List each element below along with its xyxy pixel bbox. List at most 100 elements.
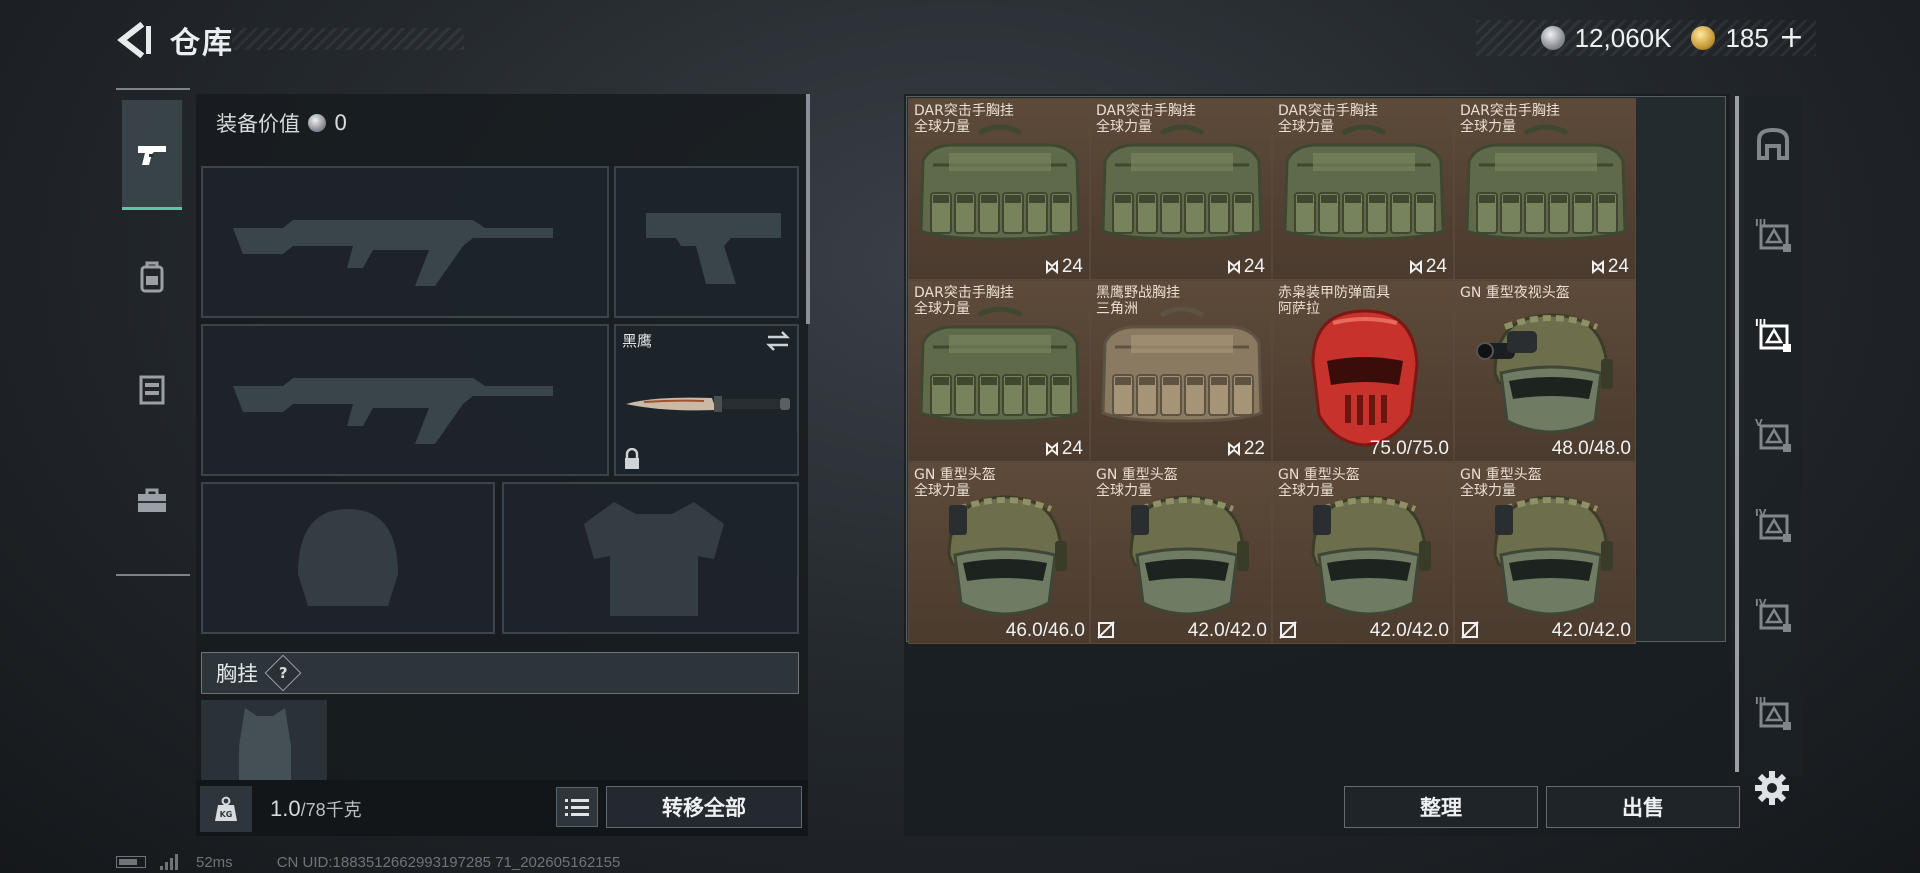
secondary-weapon-slot[interactable] xyxy=(201,324,609,476)
inventory-item-helmet[interactable]: GN 重型头盔 全球力量 46.0/46.0 xyxy=(908,462,1090,644)
battery-icon xyxy=(116,856,146,868)
add-currency-button[interactable]: + xyxy=(1779,23,1804,53)
ammo-capacity-icon xyxy=(1227,260,1240,274)
melee-slot[interactable]: 黑鹰 xyxy=(614,324,799,476)
rig-item-icon xyxy=(919,306,1081,423)
tab-weapons[interactable] xyxy=(122,100,182,210)
back-button[interactable] xyxy=(114,22,154,58)
storage-tab-5[interactable]: IV xyxy=(1748,496,1798,552)
swap-icon[interactable] xyxy=(765,330,791,352)
uid-readout: CN UID:1883512662993197285 71_2026051621… xyxy=(276,853,621,871)
storage-tier3-active-icon: III xyxy=(1755,318,1791,352)
item-capacity-value: 24 xyxy=(1425,256,1447,277)
inventory-item-rig[interactable]: DAR突击手胸挂 全球力量 24 xyxy=(1272,98,1454,280)
sidearm-slot[interactable] xyxy=(614,166,799,318)
ammo-capacity-icon xyxy=(1045,260,1058,274)
item-capacity-value: 24 xyxy=(1243,256,1265,277)
item-capacity: 24 xyxy=(1045,438,1083,460)
svg-text:KG: KG xyxy=(220,810,233,819)
sell-button[interactable]: 出售 xyxy=(1546,786,1740,828)
transfer-all-button[interactable]: 转移全部 xyxy=(606,786,802,828)
helmet-slot[interactable] xyxy=(201,482,495,634)
rig-item-icon xyxy=(1465,124,1627,241)
silver-coin-icon xyxy=(308,114,326,132)
inventory-item-helmet[interactable]: GN 重型头盔 全球力量 42.0/42.0 xyxy=(1272,462,1454,644)
storage-tab-6[interactable]: IV xyxy=(1748,586,1798,642)
no-repair-icon xyxy=(1097,621,1115,639)
help-icon: ? xyxy=(278,663,288,682)
weight-current: 1.0 xyxy=(270,796,301,821)
mask-item-icon xyxy=(1311,309,1419,447)
signal-icon xyxy=(160,854,178,870)
inventory-item-helmet[interactable]: GN 重型头盔 全球力量 42.0/42.0 xyxy=(1090,462,1272,644)
inventory-item-helmet[interactable]: GN 重型头盔 全球力量 42.0/42.0 xyxy=(1454,462,1636,644)
list-view-button[interactable] xyxy=(556,787,598,827)
inventory-item-rig[interactable]: DAR突击手胸挂 全球力量 24 xyxy=(1090,98,1272,280)
item-name: 黑鹰野战胸挂 三角洲 xyxy=(1096,285,1180,317)
item-name: GN 重型头盔 全球力量 xyxy=(1460,467,1542,499)
briefcase-icon xyxy=(138,488,166,512)
item-durability: 75.0/75.0 xyxy=(1369,438,1449,459)
item-name: GN 重型头盔 全球力量 xyxy=(1278,467,1360,499)
lock-icon xyxy=(625,448,639,469)
tab-backpack[interactable] xyxy=(122,222,182,332)
settings-gear-icon[interactable] xyxy=(1752,768,1792,808)
inventory-item-mask[interactable]: 赤枭装甲防弹面具 阿萨拉 75.0/75.0 xyxy=(1272,280,1454,462)
rig-silhouette-icon xyxy=(239,708,291,780)
helmet-item-icon xyxy=(1311,495,1431,616)
inventory-item-rig[interactable]: DAR突击手胸挂 全球力量 24 xyxy=(908,280,1090,462)
item-name: DAR突击手胸挂 全球力量 xyxy=(1460,103,1560,135)
inventory-item-rig[interactable]: 黑鹰野战胸挂 三角洲 22 xyxy=(1090,280,1272,462)
gold-balance: 185 xyxy=(1725,22,1769,53)
weight-icon-button[interactable]: KG xyxy=(200,786,252,832)
inventory-item-nvg[interactable]: GN 重型夜视头盔 48.0/48.0 xyxy=(1454,280,1636,462)
item-capacity-value: 24 xyxy=(1061,438,1083,459)
inventory-scrollbar[interactable] xyxy=(1735,96,1739,772)
storage-tab-7[interactable]: III xyxy=(1748,684,1798,740)
item-name: GN 重型头盔 全球力量 xyxy=(1096,467,1178,499)
gold-coin-icon xyxy=(1691,26,1716,50)
left-tab-bar xyxy=(116,88,190,576)
item-capacity-value: 22 xyxy=(1243,438,1265,459)
item-capacity: 22 xyxy=(1227,438,1265,460)
tab-briefcase[interactable] xyxy=(122,446,182,556)
item-capacity: 24 xyxy=(1227,256,1265,278)
inventory-grid: DAR突击手胸挂 全球力量 24 DAR突击手胸挂 全球力量 24 DAR突击手胸挂… xyxy=(906,96,1726,644)
locker-icon xyxy=(139,375,165,405)
rig-item-icon xyxy=(1101,124,1263,241)
knife-icon xyxy=(626,396,790,412)
item-name: DAR突击手胸挂 全球力量 xyxy=(1096,103,1196,135)
inventory-item-rig[interactable]: DAR突击手胸挂 全球力量 24 xyxy=(1454,98,1636,280)
item-capacity: 24 xyxy=(1045,256,1083,278)
item-durability: 42.0/42.0 xyxy=(1369,620,1449,641)
help-button[interactable]: ? xyxy=(264,654,302,692)
item-name: DAR突击手胸挂 全球力量 xyxy=(914,103,1014,135)
item-durability: 46.0/46.0 xyxy=(1005,620,1085,641)
storage-tab-4[interactable]: V xyxy=(1748,406,1798,462)
body-armor-slot[interactable] xyxy=(502,482,799,634)
item-name: 赤枭装甲防弹面具 阿萨拉 xyxy=(1278,285,1390,317)
rifle-silhouette-icon xyxy=(233,378,553,444)
helmet-item-icon xyxy=(1493,495,1613,616)
nvg-item-icon xyxy=(1476,313,1613,434)
item-durability: 42.0/42.0 xyxy=(1187,620,1267,641)
storage-tab-3[interactable]: III xyxy=(1748,306,1798,362)
loadout-scrollbar[interactable] xyxy=(806,94,810,324)
storage-tab-2[interactable]: III xyxy=(1748,206,1798,262)
sort-button[interactable]: 整理 xyxy=(1344,786,1538,828)
no-repair-icon xyxy=(1279,621,1297,639)
helmet-silhouette-icon xyxy=(298,509,398,606)
helmet-item-icon xyxy=(947,495,1067,616)
ammo-capacity-icon xyxy=(1409,260,1422,274)
rig-item-icon xyxy=(919,124,1081,241)
rifle-silhouette-icon xyxy=(233,220,553,286)
storage-tab-1[interactable] xyxy=(1748,116,1798,172)
inventory-item-rig[interactable]: DAR突击手胸挂 全球力量 24 xyxy=(908,98,1090,280)
primary-weapon-slot[interactable] xyxy=(201,166,609,318)
chest-rig-slot[interactable] xyxy=(201,700,327,780)
item-capacity: 24 xyxy=(1591,256,1629,278)
chest-rig-label: 胸挂 xyxy=(216,662,258,686)
tab-locker[interactable] xyxy=(122,334,182,444)
item-capacity-value: 24 xyxy=(1061,256,1083,277)
storage-main-icon xyxy=(1757,127,1789,160)
